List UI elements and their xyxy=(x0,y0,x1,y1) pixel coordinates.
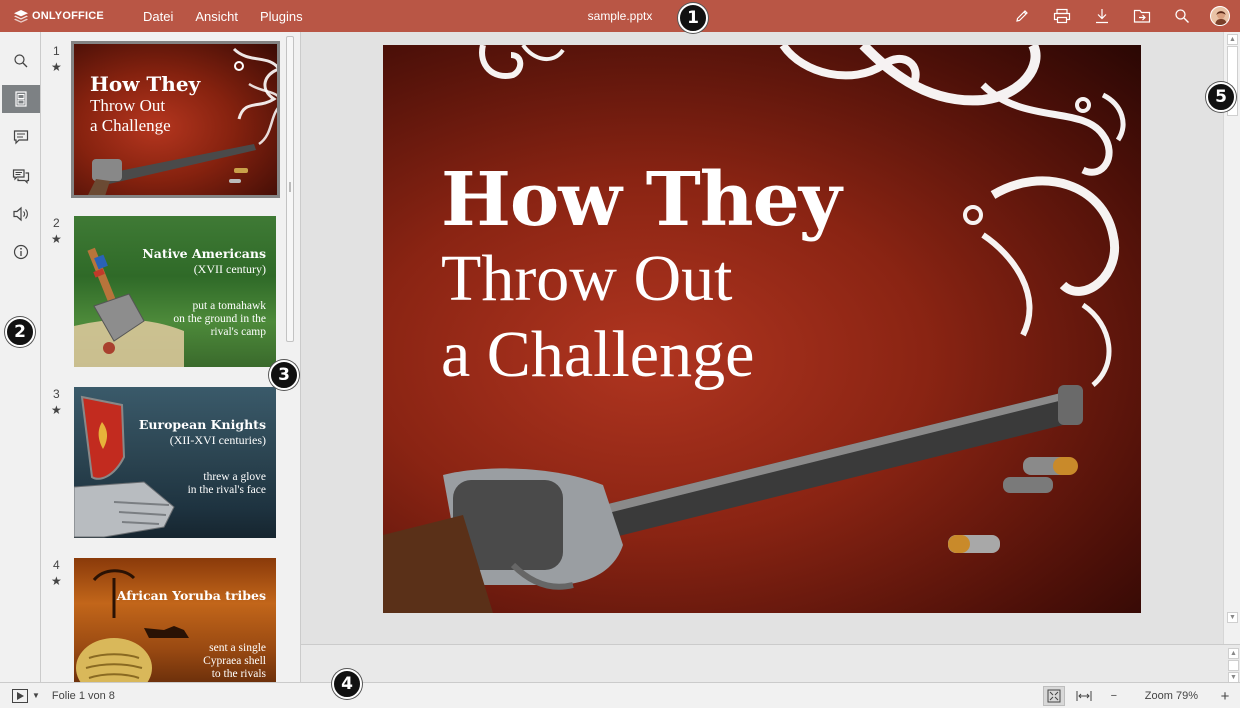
transition-star-icon: ★ xyxy=(51,60,62,74)
transition-star-icon: ★ xyxy=(51,403,62,417)
open-folder-icon[interactable] xyxy=(1122,0,1162,32)
zoom-controls: − Zoom 79% + xyxy=(1039,683,1240,708)
fit-width-icon xyxy=(1076,691,1092,701)
fit-slide-icon xyxy=(1047,689,1061,703)
slide-number: 4 xyxy=(53,558,60,572)
slide-thumbnail-image: European Knights (XII-XVI centuries) thr… xyxy=(74,387,276,538)
slide-counter: Folie 1 von 8 xyxy=(51,689,115,702)
slide-number: 2 xyxy=(53,216,60,230)
menu-plugins[interactable]: Plugins xyxy=(249,0,314,32)
menu-view[interactable]: Ansicht xyxy=(184,0,249,32)
transition-star-icon: ★ xyxy=(51,232,62,246)
search-icon[interactable] xyxy=(2,47,40,75)
notes-scrollbar[interactable]: ▲ ▼ xyxy=(1225,648,1239,683)
logo-icon xyxy=(14,9,28,23)
slides-thumbnails-icon[interactable] xyxy=(2,85,40,113)
status-bar: ▼ Folie 1 von 8 − Zoom 79% + xyxy=(0,682,1240,708)
thumbnail-subtitle: (XVII century) xyxy=(193,262,266,276)
start-slideshow-button[interactable] xyxy=(12,688,28,703)
fit-width-button[interactable] xyxy=(1073,686,1095,706)
transition-star-icon: ★ xyxy=(51,574,62,588)
header-actions xyxy=(1002,0,1240,32)
thumbnail-artwork xyxy=(74,247,184,367)
user-avatar[interactable] xyxy=(1210,6,1230,26)
print-icon[interactable] xyxy=(1042,0,1082,32)
main-menu: Datei Ansicht Plugins xyxy=(132,0,314,32)
thumbnail-title: African Yoruba tribes xyxy=(116,588,266,603)
left-sidebar xyxy=(0,32,41,682)
thumbnail-title: Native Americans xyxy=(142,246,266,261)
scroll-up-button[interactable]: ▲ xyxy=(1227,34,1238,45)
slide-number: 1 xyxy=(53,44,60,58)
slide-thumbnail-image: African Yoruba tribes sent a single Cypr… xyxy=(74,558,276,682)
current-slide[interactable]: How They Throw Out a Challenge xyxy=(383,45,1141,613)
slide-editing-area: How They Throw Out a Challenge xyxy=(301,32,1223,644)
slide-thumbnail-1[interactable]: 1 ★ How They Throw Out a Challenge xyxy=(41,41,281,200)
editor-vertical-scrollbar[interactable]: ▲ ▼ xyxy=(1223,32,1240,644)
info-icon[interactable] xyxy=(2,238,40,266)
top-toolbar: ONLYOFFICE Datei Ansicht Plugins sample.… xyxy=(0,0,1240,32)
slide-thumbnail-image: Native Americans (XVII century) put a to… xyxy=(74,216,276,367)
slide-thumbnail-4[interactable]: 4 ★ African Yoruba tribes sent a single … xyxy=(41,558,281,682)
play-icon xyxy=(17,691,24,700)
chevron-down-icon[interactable]: ▼ xyxy=(32,691,40,700)
callout-marker-1: 1 xyxy=(678,3,708,33)
zoom-in-button[interactable]: + xyxy=(1214,686,1236,706)
download-icon[interactable] xyxy=(1082,0,1122,32)
thumbnail-title: How They xyxy=(90,72,201,96)
callout-marker-2: 2 xyxy=(5,317,35,347)
speaker-icon[interactable] xyxy=(2,200,40,228)
zoom-out-button[interactable]: − xyxy=(1103,686,1125,706)
thumbnail-artwork xyxy=(74,395,175,538)
comments-icon[interactable] xyxy=(2,123,40,151)
thumbnail-text: put a tomahawk on the ground in the riva… xyxy=(173,300,266,338)
presentation-editor: ONLYOFFICE Datei Ansicht Plugins sample.… xyxy=(0,0,1240,708)
fit-slide-button[interactable] xyxy=(1042,686,1065,706)
onlyoffice-logo: ONLYOFFICE xyxy=(14,9,132,23)
slide-thumbnail-2[interactable]: 2 ★ Native Americans (XVII century) put … xyxy=(41,216,281,372)
search-icon[interactable] xyxy=(1162,0,1202,32)
notes-scroll-thumb[interactable] xyxy=(1228,660,1239,671)
slide-title[interactable]: How They xyxy=(441,157,842,243)
edit-icon[interactable] xyxy=(1002,0,1042,32)
slide-thumbnails-panel: 1 ★ How They Throw Out a Challenge 2 ★ N… xyxy=(41,32,301,682)
zoom-level[interactable]: Zoom 79% xyxy=(1145,690,1198,702)
scroll-down-button[interactable]: ▼ xyxy=(1227,612,1238,623)
speaker-notes-area[interactable]: ▲ ▼ xyxy=(301,644,1240,683)
thumbnail-subtitle: Throw Out a Challenge xyxy=(90,96,171,135)
logo-text: ONLYOFFICE xyxy=(32,10,104,22)
panel-resize-handle[interactable] xyxy=(289,182,291,192)
chat-icon[interactable] xyxy=(2,162,40,190)
callout-marker-5: 5 xyxy=(1206,82,1236,112)
thumbnail-text: threw a glove in the rival's face xyxy=(187,471,266,496)
callout-marker-4: 4 xyxy=(332,669,362,699)
callout-marker-3: 3 xyxy=(269,360,299,390)
slide-thumbnail-image: How They Throw Out a Challenge xyxy=(71,41,280,198)
thumbnail-subtitle: (XII-XVI centuries) xyxy=(169,433,266,447)
thumbnail-text: sent a single Cypraea shell to the rival… xyxy=(203,642,266,680)
menu-file[interactable]: Datei xyxy=(132,0,184,32)
slide-number: 3 xyxy=(53,387,60,401)
thumbnail-title: European Knights xyxy=(138,417,266,432)
slide-thumbnail-3[interactable]: 3 ★ European Knights (XII-XVI centuries)… xyxy=(41,387,281,543)
slide-subtitle[interactable]: Throw Out a Challenge xyxy=(441,241,754,393)
notes-scroll-up[interactable]: ▲ xyxy=(1228,648,1239,659)
